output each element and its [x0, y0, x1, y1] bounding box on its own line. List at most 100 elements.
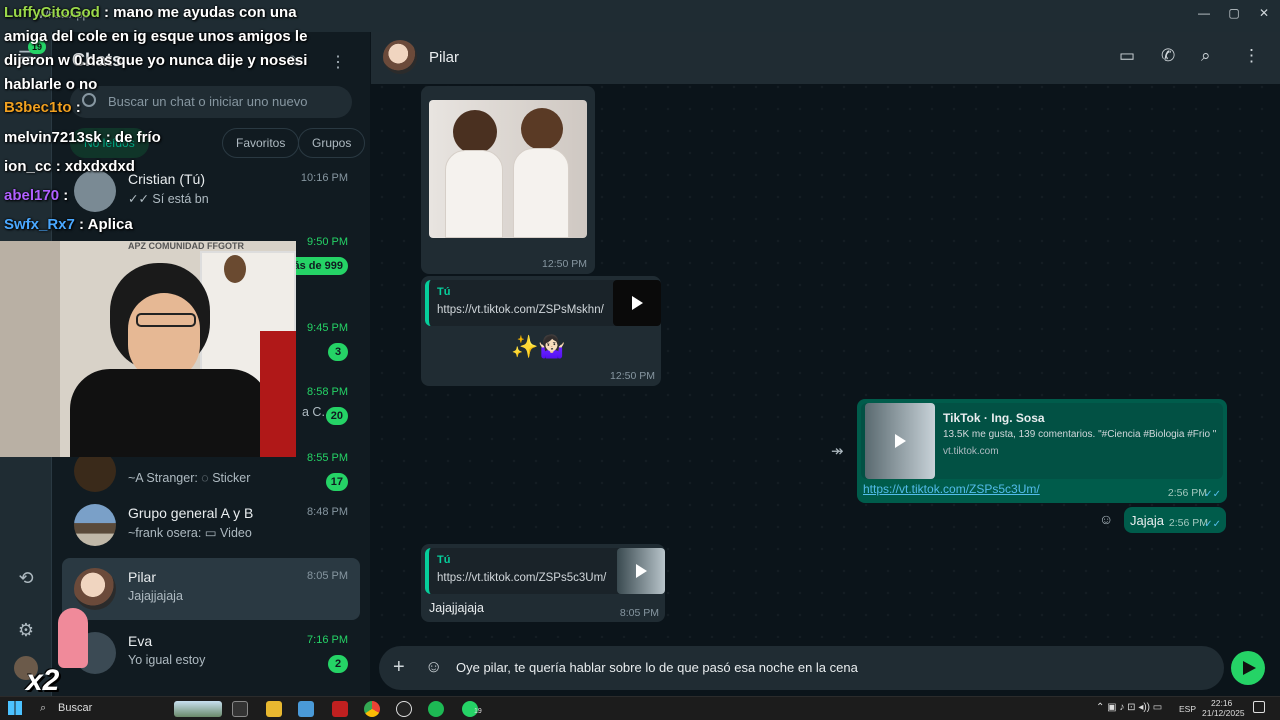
- chat-time: 7:16 PM: [307, 634, 348, 646]
- emoji-react-icon[interactable]: ☺: [1099, 511, 1113, 527]
- preview-thumbnail[interactable]: [865, 403, 935, 479]
- cam-chair: [260, 331, 296, 457]
- spotify-icon[interactable]: [428, 701, 444, 717]
- image-message[interactable]: 12:50 PM: [421, 86, 595, 274]
- emoji-text: ✨🤷🏻‍♀️: [511, 334, 566, 359]
- task-view-icon[interactable]: [232, 701, 248, 717]
- taskbar-time[interactable]: 22:16: [1211, 698, 1232, 708]
- photo[interactable]: [429, 100, 587, 238]
- chat-time: 8:48 PM: [307, 506, 348, 518]
- unread-badge: 20: [325, 407, 348, 425]
- archive-icon[interactable]: ⟲: [14, 566, 38, 590]
- message-time: 8:05 PM: [619, 607, 659, 619]
- quoted-author: Tú: [437, 554, 451, 566]
- link-preview[interactable]: TikTok · Ing. Sosa 13.5K me gusta, 139 c…: [861, 403, 1223, 479]
- chrome-icon[interactable]: [364, 701, 380, 717]
- link-message[interactable]: Tú https://vt.tiktok.com/ZSPsMskhn/ ✨🤷🏻‍…: [421, 276, 661, 386]
- stream-chat-text: : Aplica: [79, 216, 133, 233]
- voice-call-icon[interactable]: ✆: [1161, 46, 1175, 66]
- composer-bar: + ☺ Oye pilar, te quería hablar sobre lo…: [371, 638, 1280, 696]
- forward-icon[interactable]: ↠: [831, 442, 844, 460]
- chat-row-eva[interactable]: Eva Yo igual estoy 7:16 PM 2: [62, 622, 360, 684]
- stream-chat-message: LuffyCitoGod : mano me ayudas con una am…: [4, 1, 314, 97]
- link-message[interactable]: Tú https://vt.tiktok.com/ZSPs5c3Um/ Jaja…: [421, 544, 665, 622]
- stream-chat-message: abel170 :: [4, 187, 68, 204]
- contact-avatar[interactable]: [383, 40, 417, 74]
- stream-chat-user: LuffyCitoGod: [4, 4, 100, 21]
- message-link[interactable]: https://vt.tiktok.com/ZSPs5c3Um/: [863, 482, 1040, 496]
- photo-figure-left-body: [445, 150, 503, 238]
- chat-time: 8:55 PM: [307, 452, 348, 464]
- filter-chip-favorites[interactable]: Favoritos: [222, 128, 300, 158]
- play-icon: [636, 564, 647, 578]
- chat-time: 8:05 PM: [307, 570, 348, 582]
- send-button[interactable]: [1231, 651, 1265, 685]
- chat-preview: ~A Stranger: ◌ Sticker: [128, 471, 251, 485]
- read-ticks-icon: ✓✓: [1204, 489, 1221, 500]
- avatar: [74, 568, 116, 610]
- app-icon[interactable]: [332, 701, 348, 717]
- tiktok-link-message[interactable]: TikTok · Ing. Sosa 13.5K me gusta, 139 c…: [857, 399, 1227, 503]
- taskbar: ⌕ Buscar 19 ⌃ ▣ ♪ ⊡ ◂)) ▭ ESP 22:16 21/1…: [0, 696, 1280, 720]
- app-icon[interactable]: [298, 701, 314, 717]
- chat-row-grupo[interactable]: Grupo general A y B ~frank osera: ▭ Vide…: [62, 494, 360, 556]
- menu-icon[interactable]: ⋮: [330, 52, 346, 72]
- attach-plus-icon[interactable]: +: [393, 656, 405, 679]
- search-icon[interactable]: ⌕: [1201, 46, 1211, 66]
- file-explorer-icon[interactable]: [266, 701, 282, 717]
- quoted-link[interactable]: Tú https://vt.tiktok.com/ZSPsMskhn/: [425, 280, 661, 326]
- taskbar-date[interactable]: 21/12/2025: [1202, 708, 1245, 718]
- chat-menu-icon[interactable]: ⋮: [1243, 46, 1260, 66]
- taskbar-search[interactable]: Buscar: [58, 702, 92, 714]
- settings-icon[interactable]: ⚙: [14, 618, 38, 642]
- chat-time: 8:58 PM: [307, 386, 348, 398]
- avatar: [74, 504, 116, 546]
- quoted-url[interactable]: https://vt.tiktok.com/ZSPsMskhn/: [437, 304, 604, 316]
- quoted-link[interactable]: Tú https://vt.tiktok.com/ZSPs5c3Um/: [425, 548, 665, 594]
- send-icon: [1243, 661, 1256, 675]
- message-time: 2:56 PM: [1168, 517, 1208, 529]
- sticker-character: [58, 608, 88, 668]
- taskbar-widget-icon[interactable]: [174, 701, 222, 717]
- chat-preview: Jajajjajaja: [128, 589, 183, 603]
- photo-figure-right: [521, 108, 563, 150]
- stream-chat-user: B3bec1to: [4, 99, 72, 116]
- sticker-icon[interactable]: ☺: [425, 657, 442, 677]
- filter-chip-groups[interactable]: Grupos: [298, 128, 366, 158]
- video-call-icon[interactable]: ▭: [1119, 46, 1135, 66]
- preview-title: TikTok · Ing. Sosa: [943, 411, 1045, 425]
- chat-name: Grupo general A y B: [128, 505, 254, 521]
- video-thumbnail[interactable]: [613, 280, 661, 326]
- taskbar-language[interactable]: ESP: [1179, 704, 1196, 714]
- preview-description: 13.5K me gusta, 139 comentarios. "#Cienc…: [943, 429, 1217, 440]
- chat-row-pilar[interactable]: Pilar Jajajjajaja 8:05 PM: [62, 558, 360, 620]
- maximize-button[interactable]: ▢: [1224, 6, 1244, 20]
- message-input[interactable]: + ☺ Oye pilar, te quería hablar sobre lo…: [379, 646, 1224, 690]
- stream-chat-message: melvin7213sk : de frío: [4, 129, 161, 146]
- chat-header[interactable]: Pilar ▭ ✆ ⌕ ⋮: [371, 32, 1280, 84]
- minimize-button[interactable]: —: [1194, 6, 1214, 20]
- start-icon[interactable]: [8, 701, 22, 715]
- text-message-out[interactable]: Jajaja 2:56 PM ✓✓: [1124, 507, 1226, 533]
- webcam-feed: APZ COMUNIDAD FFGOTR: [0, 241, 296, 457]
- stream-chat-user: melvin7213sk: [4, 129, 102, 146]
- screen: WhatsApp — ▢ ✕ ☰ 19 ⟲ ⚙ Chats ✎ ⋮ Buscar…: [0, 0, 1280, 720]
- photo-figure-right-body: [513, 148, 569, 238]
- tray-icons[interactable]: ⌃ ▣ ♪ ⊡ ◂)) ▭: [1096, 702, 1162, 713]
- close-button[interactable]: ✕: [1254, 6, 1274, 20]
- chat-preview: Yo igual estoy: [128, 653, 206, 667]
- quoted-url[interactable]: https://vt.tiktok.com/ZSPs5c3Um/: [437, 572, 606, 584]
- obs-icon[interactable]: [396, 701, 412, 717]
- notification-icon[interactable]: [1253, 701, 1265, 713]
- video-thumbnail[interactable]: [617, 548, 665, 594]
- photo-figure-left: [453, 110, 497, 154]
- message-input-text[interactable]: Oye pilar, te quería hablar sobre lo de …: [456, 660, 858, 675]
- stream-chat-text: : xdxdxdxd: [55, 158, 135, 175]
- conversation-panel: Pilar ▭ ✆ ⌕ ⋮ 12:50 PM Tú https://vt.tik…: [371, 32, 1280, 696]
- stream-chat-user: Swfx_Rx7: [4, 216, 75, 233]
- message-time: 12:50 PM: [542, 258, 587, 270]
- chat-name: Cristian (Tú): [128, 171, 206, 187]
- chat-preview: ~frank osera: ▭ Video: [128, 526, 252, 540]
- message-time: 12:50 PM: [610, 370, 655, 382]
- contact-name[interactable]: Pilar: [429, 49, 459, 66]
